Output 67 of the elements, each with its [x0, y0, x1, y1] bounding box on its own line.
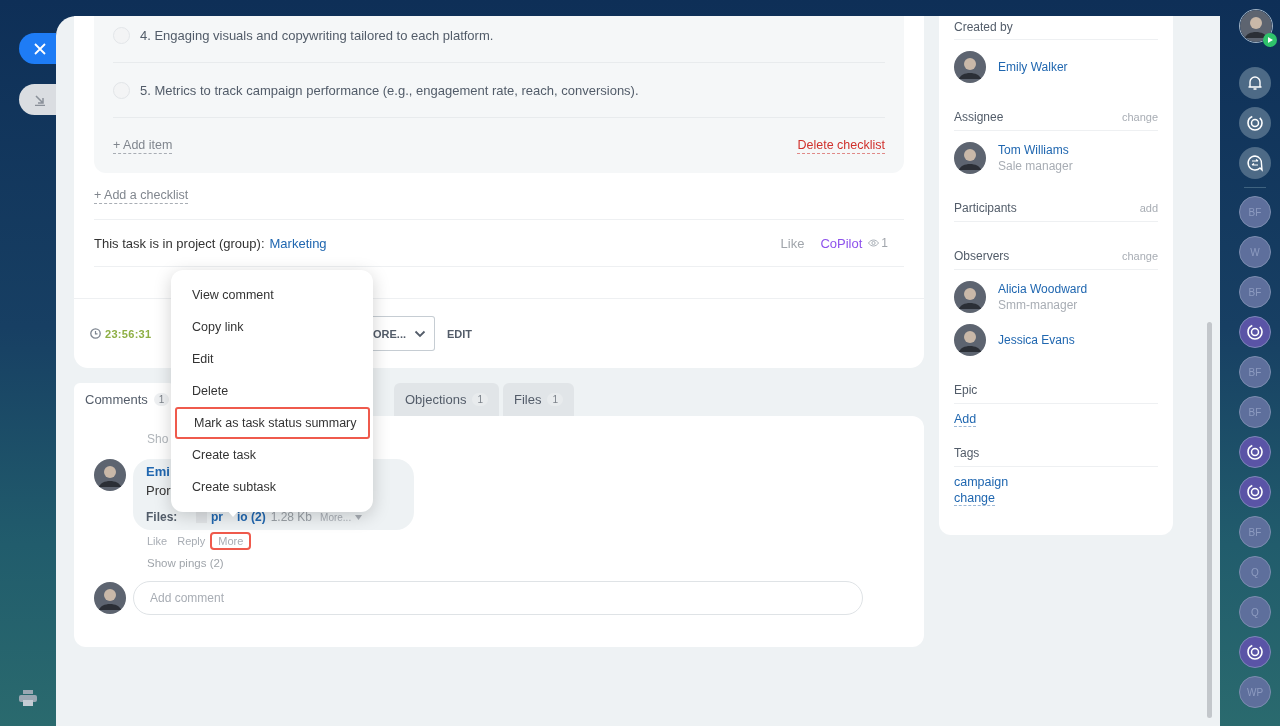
view-count: 1 [881, 236, 888, 250]
timer-value: 23:56:31 [105, 327, 152, 340]
collapse-button[interactable] [19, 84, 56, 115]
close-icon [33, 42, 46, 55]
file-icon [196, 511, 207, 523]
collapse-icon [33, 93, 46, 106]
tab[interactable]: Objections 1 [394, 383, 499, 416]
close-button[interactable] [19, 33, 56, 64]
person-role: Sale manager [998, 158, 1073, 173]
chevron-icon [414, 329, 426, 338]
spiral-icon[interactable] [1239, 107, 1271, 139]
file-link[interactable]: io (2) [237, 510, 266, 524]
person-name[interactable]: Jessica Evans [998, 332, 1075, 347]
avatar [954, 323, 986, 356]
printer-icon [19, 690, 37, 706]
menu-item[interactable]: Create subtask [171, 471, 373, 503]
link[interactable]: Add [954, 412, 977, 427]
add-checklist-link[interactable]: + Add a checklist [94, 188, 189, 204]
more-button[interactable]: ORE... [373, 316, 435, 351]
section-title: Created by [954, 19, 1013, 34]
delete-checklist-link[interactable]: Delete checklist [797, 137, 885, 154]
show-pings-link[interactable]: Show pings (2) [147, 557, 904, 569]
edit-button[interactable]: EDIT [447, 327, 473, 340]
project-link[interactable]: Marketing [269, 235, 327, 251]
menu-item[interactable]: Mark as task status summary [175, 407, 370, 439]
menu-item[interactable]: View comment [171, 279, 373, 311]
checklist-item-text: 5. Metrics to track campaign performance (e.g., engagement rate, reach, conversions). [140, 82, 639, 98]
avatar [954, 141, 986, 174]
spiral-icon[interactable] [1239, 476, 1271, 508]
add-item-link[interactable]: + Add item [113, 137, 173, 154]
link[interactable]: change [954, 491, 995, 506]
comment-author[interactable]: Emi [146, 464, 170, 479]
clock-icon [90, 328, 101, 339]
link[interactable]: campaign [954, 475, 1009, 489]
bell-icon[interactable] [1239, 67, 1271, 99]
copilot-link[interactable]: CoPilot [820, 235, 863, 251]
section-title: Observers [954, 248, 1010, 263]
play-badge-icon [1263, 33, 1277, 47]
comment-text: Pror [146, 483, 171, 498]
files-label: Files: [146, 510, 179, 524]
spiral-icon[interactable] [1239, 316, 1271, 348]
spiral-icon[interactable] [1239, 436, 1271, 468]
section-title: Assignee [954, 109, 1004, 124]
avatar [954, 280, 986, 313]
chat-icon[interactable] [1239, 147, 1271, 179]
person-name[interactable]: Tom Williams [998, 142, 1073, 157]
section-title: Tags [954, 445, 980, 460]
menu-item[interactable]: Edit [171, 343, 373, 375]
person-name[interactable]: Emily Walker [998, 59, 1068, 74]
avatar [954, 50, 986, 83]
file-size: 1.28 Kb [270, 510, 313, 524]
avatar [94, 459, 126, 491]
caret-icon [355, 514, 363, 520]
scrollbar-thumb[interactable] [1207, 322, 1212, 718]
section-title: Epic [954, 382, 978, 397]
file-link[interactable]: pr [211, 510, 223, 524]
person-name[interactable]: Alicia Woodward [998, 281, 1088, 296]
avatar [94, 582, 126, 614]
person-role: Smm-manager [998, 297, 1079, 312]
eye-icon [868, 239, 880, 247]
checklist-item-text: 4. Engaging visuals and copywriting tailored to each platform. [140, 27, 494, 43]
project-label: This task is in project (group): [94, 235, 265, 251]
section-title: Participants [954, 200, 1017, 215]
menu-item[interactable]: Copy link [171, 311, 373, 343]
spiral-icon[interactable] [1239, 636, 1271, 668]
tab[interactable]: Files 1 [503, 383, 574, 416]
comment-input[interactable]: Add comment [133, 581, 863, 615]
